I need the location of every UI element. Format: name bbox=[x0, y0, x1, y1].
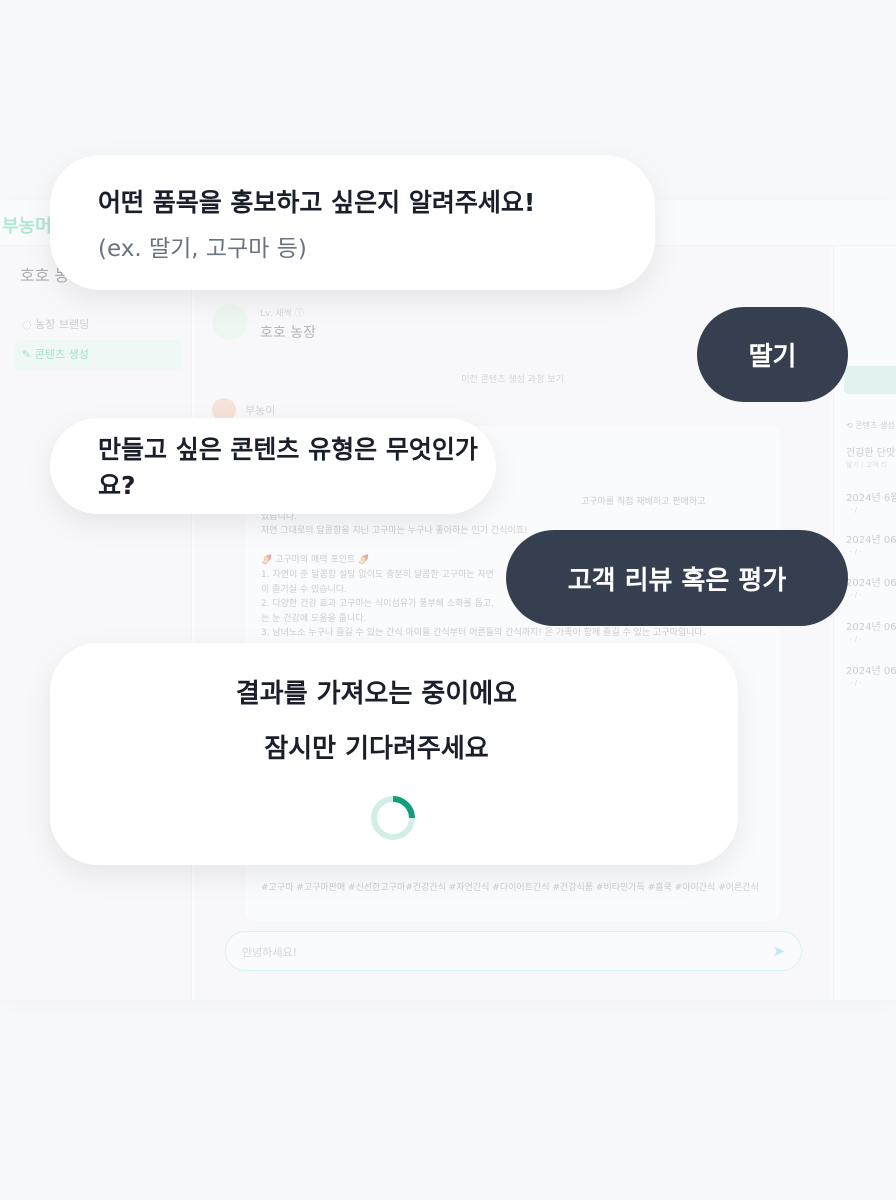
new-content-button[interactable] bbox=[844, 366, 896, 394]
chat-input[interactable]: 안녕하세요! ➤ bbox=[225, 931, 802, 971]
farm-name: 호호 농장 bbox=[260, 325, 316, 341]
question-bubble-item: 어떤 품목을 홍보하고 싶은지 알려주세요! (ex. 딸기, 고구마 등) bbox=[50, 155, 655, 290]
content-line: 3. 남녀노소 누구나 즐길 수 있는 간식 아이들 간식부터 어른들의 간식까… bbox=[261, 628, 706, 639]
history-title: ⟲ 콘텐츠 생성 bbox=[846, 421, 895, 430]
sidebar: 호호 농장 ◌ 농장 브랜딩 ✎ 콘텐츠 생성 bbox=[0, 246, 192, 1000]
sidebar-item-branding[interactable]: ◌ 농장 브랜딩 bbox=[14, 310, 182, 340]
leaf-icon: ◌ bbox=[22, 318, 36, 331]
logo: 부농머 bbox=[2, 216, 52, 237]
history-item[interactable]: 2024년 06 bbox=[846, 531, 896, 546]
answer-bubble-item: 딸기 bbox=[697, 307, 848, 402]
answer-bubble-type: 고객 리뷰 혹은 평가 bbox=[506, 530, 848, 626]
sidebar-item-content[interactable]: ✎ 콘텐츠 생성 bbox=[14, 340, 182, 370]
level-label: Lv. 새싹 ⓘ bbox=[260, 309, 304, 319]
history-item[interactable]: 2024년 6월 bbox=[846, 489, 896, 504]
hashtags: #고구마 #고구마판매 #신선한고구마#건강간식 #자연간식 #다이어트간식 #… bbox=[261, 882, 759, 893]
farm-avatar bbox=[212, 304, 248, 340]
send-icon[interactable]: ➤ bbox=[772, 942, 785, 960]
history-item[interactable]: 건강한 단맛 bbox=[846, 444, 895, 459]
history-item[interactable]: 2024년 06 bbox=[846, 618, 896, 633]
edit-icon: ✎ bbox=[22, 348, 35, 361]
history-item[interactable]: 2024년 06 bbox=[846, 662, 896, 677]
question-bubble-type: 만들고 싶은 콘텐츠 유형은 무엇인가요? bbox=[50, 418, 496, 514]
history-item[interactable]: 2024년 06 bbox=[846, 574, 896, 589]
hint-text: (ex. 딸기, 고구마 등) bbox=[98, 235, 307, 262]
loading-spinner-icon bbox=[371, 796, 415, 840]
bot-name: 부농이 bbox=[245, 404, 276, 417]
